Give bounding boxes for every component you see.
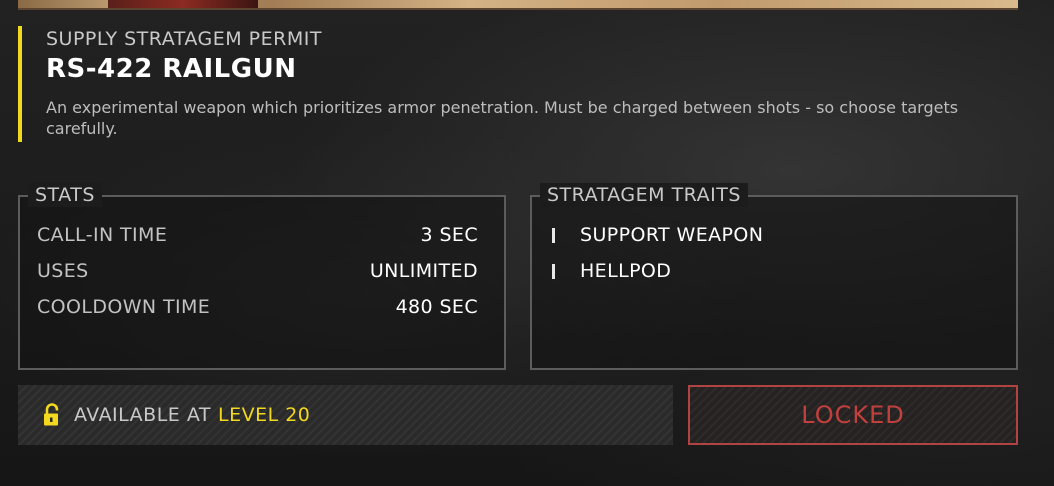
traits-panel: STRATAGEM TRAITS SUPPORT WEAPON HELLPOD <box>530 183 1018 370</box>
hero-image-detail <box>108 0 258 8</box>
required-level: LEVEL 20 <box>217 404 311 426</box>
stat-label: CALL-IN TIME <box>37 224 168 246</box>
availability-text: AVAILABLE AT <box>74 404 211 426</box>
availability-bar: AVAILABLE AT LEVEL 20 <box>18 385 673 445</box>
stats-panel: STATS CALL-IN TIME 3 SEC USES UNLIMITED … <box>18 183 506 370</box>
locked-button[interactable]: LOCKED <box>688 385 1018 445</box>
trait-pip-icon <box>552 263 555 279</box>
stat-row-call-in-time: CALL-IN TIME 3 SEC <box>37 222 478 248</box>
hero-image-strip <box>18 0 1018 10</box>
unlocked-padlock-icon <box>42 403 62 427</box>
permit-category: SUPPLY STRATAGEM PERMIT <box>46 28 322 50</box>
stat-value: 3 SEC <box>420 224 478 246</box>
trait-label: SUPPORT WEAPON <box>580 224 764 246</box>
stratagem-title: RS-422 RAILGUN <box>46 54 297 84</box>
stratagem-detail-panel: SUPPLY STRATAGEM PERMIT RS-422 RAILGUN A… <box>0 0 1054 486</box>
stat-value: 480 SEC <box>395 296 478 318</box>
stats-legend: STATS <box>28 183 102 207</box>
stat-row-cooldown-time: COOLDOWN TIME 480 SEC <box>37 294 478 320</box>
stat-label: USES <box>37 260 89 282</box>
trait-pip-icon <box>552 227 555 243</box>
stat-label: COOLDOWN TIME <box>37 296 211 318</box>
trait-label: HELLPOD <box>580 260 672 282</box>
stat-row-uses: USES UNLIMITED <box>37 258 478 284</box>
stat-value: UNLIMITED <box>369 260 478 282</box>
yellow-accent-bar <box>18 26 22 142</box>
trait-item: SUPPORT WEAPON <box>552 222 763 248</box>
traits-legend: STRATAGEM TRAITS <box>540 183 748 207</box>
stratagem-description: An experimental weapon which prioritizes… <box>46 98 959 138</box>
trait-item: HELLPOD <box>552 258 671 284</box>
